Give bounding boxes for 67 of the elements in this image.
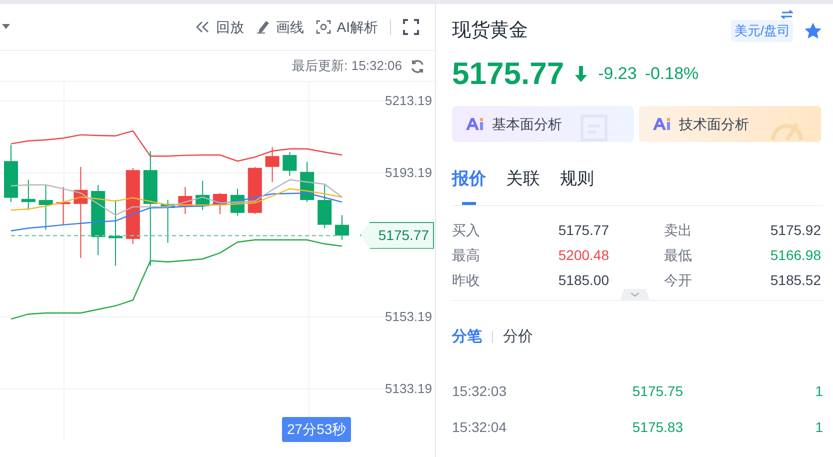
candlestick <box>108 200 122 266</box>
candlestick <box>38 184 53 230</box>
candlestick <box>178 186 192 214</box>
stat-label: 昨收 <box>452 271 480 290</box>
stat-value: 5185.52 <box>770 271 821 290</box>
stat-value: 5175.77 <box>558 221 609 240</box>
candlestick <box>91 184 106 256</box>
analysis-button[interactable]: 技术面分析 <box>639 106 821 142</box>
trade-tab[interactable]: 分笔 <box>452 326 482 348</box>
trade-time: 15:32:03 <box>452 382 508 401</box>
candlestick <box>21 179 36 211</box>
collapse-handle-icon[interactable] <box>620 289 650 301</box>
stat-label: 最高 <box>452 246 480 265</box>
candlestick <box>282 152 297 176</box>
ai-logo-icon <box>653 118 671 130</box>
tab[interactable]: 报价 <box>452 156 486 205</box>
stat-label: 今开 <box>664 271 692 290</box>
stat-value: 5175.92 <box>770 221 821 240</box>
change-percent-text: -0.18% <box>644 63 699 86</box>
toolbar-button[interactable]: 画线 <box>256 16 304 38</box>
stat-value: 5166.98 <box>770 246 821 265</box>
axis-label: 5133.19 <box>385 381 432 397</box>
trade-volume: 1 <box>814 418 823 437</box>
toolbar-button[interactable]: 回放 <box>196 16 244 38</box>
refresh-icon[interactable] <box>410 58 425 74</box>
star-icon[interactable] <box>803 21 823 41</box>
candlestick <box>160 200 175 244</box>
candlestick <box>56 186 70 226</box>
candlestick <box>335 214 349 240</box>
tab[interactable]: 关联 <box>506 156 540 205</box>
trade-time: 15:32:04 <box>452 418 508 437</box>
stat-label: 买入 <box>452 221 480 240</box>
trade-tab[interactable]: 分价 <box>503 326 533 348</box>
rewind-icon <box>196 20 210 34</box>
countdown-badge: 27分53秒 <box>282 417 352 442</box>
stat-label: 卖出 <box>664 221 692 240</box>
candlestick <box>265 146 280 182</box>
trade-volume: 1 <box>814 382 823 401</box>
trade-price: 5175.75 <box>631 382 683 401</box>
caret-icon[interactable] <box>2 24 10 30</box>
candlestick <box>318 184 332 229</box>
candlestick <box>196 180 210 211</box>
axis-label: 5213.19 <box>385 93 432 109</box>
candlestick <box>248 166 262 214</box>
candlestick <box>230 188 244 216</box>
camera-frame-icon <box>316 20 331 34</box>
candlestick <box>4 144 18 203</box>
stat-label: 最低 <box>664 246 692 265</box>
stat-value: 5200.48 <box>558 246 609 265</box>
candlestick <box>300 161 314 203</box>
tab[interactable]: 规则 <box>560 156 594 205</box>
stat-value: 5185.00 <box>558 271 609 290</box>
candlestick <box>213 192 227 214</box>
instrument-title: 现货黄金 <box>452 18 528 43</box>
swap-icon <box>781 10 793 20</box>
change-text: -9.23 <box>598 63 637 86</box>
toolbar-button[interactable]: AI解析 <box>316 16 378 38</box>
fullscreen-icon[interactable] <box>403 19 419 35</box>
trade-price: 5175.83 <box>631 418 683 437</box>
axis-label: 5193.19 <box>385 165 432 181</box>
pen-icon <box>256 20 270 34</box>
ai-logo-icon <box>466 118 484 130</box>
price-tag: 5175.77 <box>360 222 434 249</box>
last-update-text: 最后更新: 15:32:06 <box>292 57 402 76</box>
axis-label: 5153.19 <box>385 309 432 325</box>
price-text: 5175.77 <box>452 54 564 93</box>
analysis-button[interactable]: 基本面分析 <box>452 106 634 142</box>
